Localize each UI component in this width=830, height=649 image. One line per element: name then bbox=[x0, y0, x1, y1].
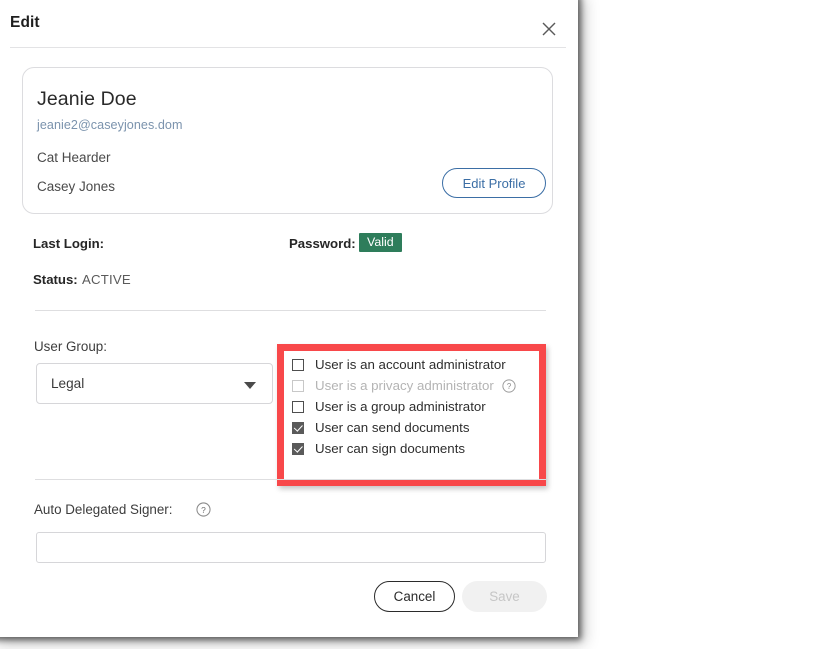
profile-email-link[interactable]: jeanie2@caseyjones.dom bbox=[37, 118, 183, 132]
status-value: ACTIVE bbox=[82, 272, 131, 287]
profile-role: Cat Hearder bbox=[37, 150, 111, 165]
user-group-label: User Group: bbox=[34, 339, 107, 354]
chevron-down-icon bbox=[244, 382, 256, 389]
highlight-annotation-box bbox=[277, 344, 546, 486]
section-divider-top bbox=[35, 310, 546, 311]
screen: Edit Jeanie Doe jeanie2@caseyjones.dom C… bbox=[0, 0, 830, 649]
password-label: Password: bbox=[289, 236, 356, 251]
profile-name: Jeanie Doe bbox=[37, 88, 137, 110]
dialog-header: Edit bbox=[0, 0, 566, 46]
close-icon[interactable] bbox=[538, 18, 560, 40]
auto-delegated-signer-input[interactable] bbox=[36, 532, 546, 563]
header-divider bbox=[10, 47, 566, 48]
cancel-button[interactable]: Cancel bbox=[374, 581, 455, 612]
user-group-selected-value: Legal bbox=[51, 376, 85, 391]
edit-user-dialog: Edit Jeanie Doe jeanie2@caseyjones.dom C… bbox=[0, 0, 578, 637]
dialog-content: Edit Jeanie Doe jeanie2@caseyjones.dom C… bbox=[0, 0, 578, 637]
password-status-badge: Valid bbox=[359, 233, 402, 252]
last-login-label: Last Login: bbox=[33, 236, 105, 251]
auto-delegated-signer-label: Auto Delegated Signer: bbox=[34, 502, 173, 517]
profile-card: Jeanie Doe jeanie2@caseyjones.dom Cat He… bbox=[22, 67, 553, 214]
status-label: Status: bbox=[33, 272, 78, 287]
edit-profile-button[interactable]: Edit Profile bbox=[442, 168, 546, 198]
svg-text:?: ? bbox=[201, 505, 206, 515]
profile-company: Casey Jones bbox=[37, 179, 116, 194]
dialog-title: Edit bbox=[10, 14, 40, 31]
user-group-select[interactable]: Legal bbox=[36, 363, 273, 404]
help-circle-icon[interactable]: ? bbox=[196, 502, 211, 517]
save-button: Save bbox=[462, 581, 547, 612]
section-divider-bottom bbox=[35, 479, 546, 480]
